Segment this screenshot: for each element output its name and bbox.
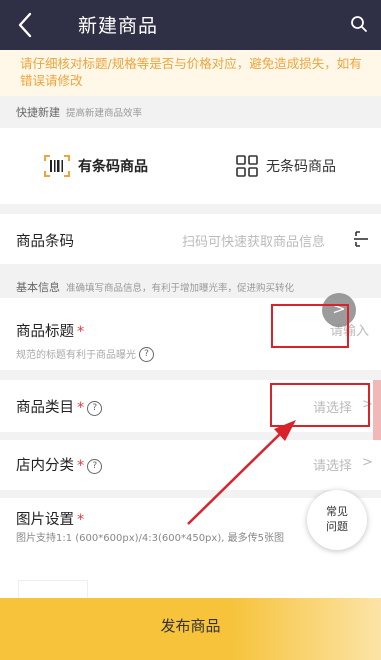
edge-marker — [373, 380, 381, 440]
shop-category-select[interactable]: 请选择 — [313, 455, 352, 474]
back-icon[interactable] — [14, 10, 38, 40]
required-mark: * — [77, 400, 85, 416]
help-icon[interactable]: ? — [87, 401, 103, 416]
title-label: 商品标题 * — [16, 324, 85, 340]
search-icon[interactable] — [350, 15, 368, 33]
no-barcode-product-option[interactable]: 无条码商品 — [236, 155, 336, 177]
basic-info-label: 基本信息 — [16, 281, 60, 294]
faq-button[interactable]: 常见 问题 — [307, 490, 367, 550]
publish-fade-overlay — [230, 598, 381, 660]
grid-icon — [236, 155, 258, 177]
help-icon[interactable]: ? — [87, 459, 103, 474]
highlight-box-category — [270, 383, 370, 427]
page-title: 新建商品 — [78, 15, 159, 37]
shop-category-label: 店内分类 *? — [16, 454, 103, 475]
category-label: 商品类目 *? — [16, 396, 103, 417]
quick-create-header: 快捷新建 提高新建商品效率 — [16, 104, 142, 120]
notice-banner: 请仔细核对标题/规格等是否与价格对应，避免造成损失，如有错误请修改 — [0, 50, 381, 96]
chevron-right-icon: > — [362, 455, 373, 470]
basic-info-header: 基本信息 准确填写商品信息，有利于增加曝光率，促进购买转化 — [16, 279, 294, 295]
barcode-label: 商品条码 — [16, 234, 74, 250]
app-header: 新建商品 — [0, 0, 381, 50]
shop-category-row[interactable]: 店内分类 *? 请选择 > — [0, 440, 381, 490]
title-hint: 规范的标题有利于商品曝光? — [16, 346, 154, 362]
barcode-row[interactable]: 商品条码 扫码可快速获取商品信息 — [0, 214, 381, 264]
faq-line1: 常见 — [326, 505, 348, 518]
required-mark: * — [77, 458, 85, 474]
no-barcode-product-label: 无条码商品 — [266, 159, 336, 175]
barcode-product-label: 有条码商品 — [78, 159, 148, 175]
highlight-box-title — [271, 304, 349, 348]
faq-line2: 问题 — [326, 520, 348, 533]
help-icon[interactable]: ? — [139, 347, 154, 362]
required-mark: * — [77, 512, 85, 528]
quick-create-label: 快捷新建 — [16, 106, 60, 119]
image-settings-label: 图片设置 * — [16, 512, 85, 528]
quick-create-sub: 提高新建商品效率 — [66, 108, 143, 119]
barcode-icon — [44, 155, 70, 177]
basic-info-sub: 准确填写商品信息，有利于增加曝光率，促进购买转化 — [66, 283, 295, 294]
product-type-selector: 有条码商品 无条码商品 — [0, 128, 381, 204]
required-mark: * — [77, 324, 85, 340]
scan-icon[interactable] — [354, 231, 368, 247]
barcode-product-option[interactable]: 有条码商品 — [44, 155, 148, 177]
barcode-input[interactable]: 扫码可快速获取商品信息 — [182, 231, 325, 250]
